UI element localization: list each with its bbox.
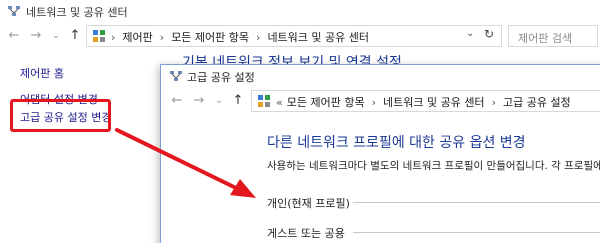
- back-button[interactable]: ←: [169, 92, 185, 110]
- breadcrumb-item[interactable]: 모든 제어판 항목: [171, 31, 249, 44]
- breadcrumb-overflow-icon[interactable]: «: [276, 96, 283, 109]
- advanced-sharing-window: 고급 공유 설정 ← → ⌄ ↑ «모든 제어판 항목 › 네트워크 및 공유 센터…: [160, 64, 600, 243]
- highlight-box: [10, 99, 111, 132]
- sharing-options-heading: 다른 네트워크 프로필에 대한 공유 옵션 변경: [267, 135, 526, 151]
- search-input[interactable]: 제어판 검색: [508, 25, 598, 47]
- front-window-titlebar: 고급 공유 설정: [161, 65, 600, 87]
- breadcrumb-item[interactable]: 네트워크 및 공유 센터: [383, 96, 485, 109]
- section-guest-public-profile[interactable]: 게스트 또는 공용: [267, 225, 345, 241]
- front-window-navbar: ← → ⌄ ↑ «모든 제어판 항목 › 네트워크 및 공유 센터 › 고급 공유 설정: [161, 87, 600, 115]
- network-center-icon: [170, 71, 182, 81]
- sidebar-item-control-panel-home[interactable]: 제어판 홈: [20, 65, 64, 81]
- front-window-title: 고급 공유 설정: [187, 71, 255, 84]
- address-dropdown-icon[interactable]: ⌄: [466, 28, 474, 39]
- forward-button[interactable]: →: [28, 27, 44, 45]
- back-button[interactable]: ←: [6, 27, 22, 45]
- address-bar[interactable]: «모든 제어판 항목 › 네트워크 및 공유 센터 › 고급 공유 설정: [251, 90, 600, 112]
- breadcrumb: «모든 제어판 항목 › 네트워크 및 공유 센터 › 고급 공유 설정: [276, 96, 571, 109]
- breadcrumb-item[interactable]: 고급 공유 설정: [503, 96, 571, 109]
- search-placeholder: 제어판 검색: [518, 32, 573, 45]
- breadcrumb-item[interactable]: 모든 제어판 항목: [287, 96, 365, 109]
- section-private-profile[interactable]: 개인(현재 프로필): [267, 195, 350, 211]
- network-center-icon: [8, 6, 20, 16]
- section-divider: [353, 232, 600, 233]
- breadcrumb-item[interactable]: 제어판: [122, 31, 152, 44]
- address-bar[interactable]: › 제어판 › 모든 제어판 항목 › 네트워크 및 공유 센터 ⌄ ↻: [86, 25, 502, 47]
- control-panel-icon: [258, 95, 270, 107]
- back-window-navbar: ← → ⌄ ↑ › 제어판 › 모든 제어판 항목 › 네트워크 및 공유 센터 ⌄ ↻ …: [0, 22, 600, 50]
- recent-locations-dropdown[interactable]: ⌄: [50, 27, 62, 45]
- breadcrumb-item[interactable]: 네트워크 및 공유 센터: [267, 31, 369, 44]
- back-window-titlebar: 네트워크 및 공유 센터: [0, 0, 600, 22]
- up-button[interactable]: ↑: [68, 27, 82, 45]
- back-window-title: 네트워크 및 공유 센터: [26, 6, 128, 19]
- breadcrumb: › 제어판 › 모든 제어판 항목 › 네트워크 및 공유 센터: [111, 31, 370, 44]
- front-window-content: 다른 네트워크 프로필에 대한 공유 옵션 변경 사용하는 네트워크마다 별도의…: [161, 115, 600, 243]
- sidebar: 제어판 홈 어댑터 설정 변경 고급 공유 설정 변경: [0, 50, 160, 243]
- forward-button[interactable]: →: [191, 92, 207, 110]
- refresh-icon[interactable]: ↻: [484, 27, 494, 41]
- sharing-options-description: 사용하는 네트워크마다 별도의 네트워크 프로필이 만들어집니다. 각 프로필에: [267, 160, 600, 172]
- recent-locations-dropdown[interactable]: ⌄: [213, 92, 225, 110]
- control-panel-icon: [93, 30, 105, 42]
- up-button[interactable]: ↑: [231, 92, 245, 110]
- section-divider: [353, 202, 600, 203]
